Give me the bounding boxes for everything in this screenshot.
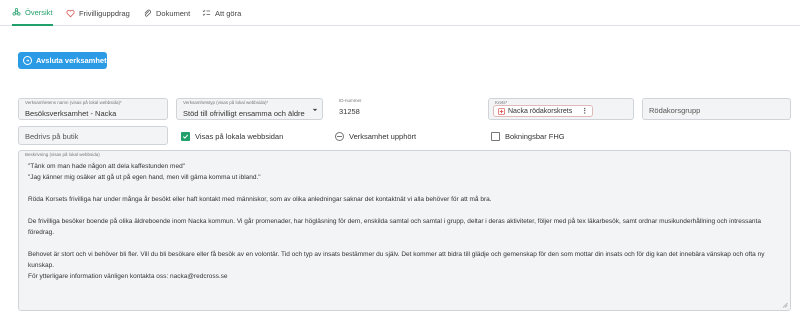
krets-chip[interactable]: Nacka rödakorskrets ⋮: [493, 105, 594, 117]
tab-bar: Översikt Frivilliguppdrag Dokument Att g…: [0, 0, 800, 26]
more-vertical-icon[interactable]: ⋮: [581, 107, 588, 115]
type-select[interactable]: Verksamhetstyp (visas på lokal webbsida)…: [176, 98, 323, 120]
checklist-icon: [202, 9, 211, 16]
show-local-checkbox[interactable]: Visas på lokala webbsidan: [181, 132, 283, 141]
redcross-icon: [498, 107, 505, 115]
name-field[interactable]: Verksamhetens namn (visas på lokal webbs…: [18, 98, 168, 120]
tab-label: Att göra: [215, 8, 242, 18]
group-field[interactable]: Rödakorsgrupp: [642, 98, 791, 120]
description-body: "Tänk om man hade någon att dela kaffest…: [28, 161, 776, 282]
flower-icon: [12, 7, 21, 15]
description-label: Beskrivning (visas på lokal webbsida): [25, 152, 100, 157]
group-placeholder: Rödakorsgrupp: [649, 106, 701, 115]
tab-frivilliguppdrag[interactable]: Frivilliguppdrag: [66, 0, 130, 26]
checkbox-checked-icon[interactable]: [181, 132, 190, 141]
krets-field[interactable]: Krets* Nacka rödakorskrets ⋮: [488, 98, 634, 120]
checkbox-empty-icon[interactable]: [491, 132, 500, 141]
arrow-circle-icon: [23, 56, 32, 65]
description-line: "Tänk om man hade någon att dela kaffest…: [28, 163, 185, 170]
krets-chip-label: Nacka rödakorskrets: [508, 107, 573, 115]
end-activity-label: Avsluta verksamhet: [36, 56, 107, 65]
show-local-label: Visas på lokala webbsidan: [195, 132, 284, 141]
description-line: Behovet är stort och vi behöver bli fler…: [28, 251, 765, 258]
business-placeholder: Bedrivs på butik: [25, 132, 79, 141]
tab-oversikt[interactable]: Översikt: [12, 0, 53, 26]
name-field-label: Verksamhetens namn (visas på lokal webbs…: [25, 100, 122, 105]
resize-handle-icon[interactable]: [782, 302, 788, 308]
description-line: föredrag.: [28, 229, 55, 236]
tab-label: Dokument: [156, 8, 191, 18]
ended-label: Verksamhet upphört: [349, 132, 417, 141]
description-line: [28, 238, 776, 249]
heart-icon: [66, 9, 75, 17]
type-select-label: Verksamhetstyp (visas på lokal webbsida)…: [183, 100, 269, 105]
tab-dokument[interactable]: Dokument: [143, 0, 190, 26]
tab-att-gora[interactable]: Att göra: [202, 0, 241, 26]
caret-down-icon: [312, 108, 318, 112]
name-field-value: Besöksverksamhet - Nacka: [25, 109, 117, 118]
description-line: [28, 183, 776, 194]
tab-label: Frivilliguppdrag: [79, 8, 130, 18]
id-number-label: ID-nummer: [339, 98, 362, 103]
business-field[interactable]: Bedrivs på butik: [18, 126, 168, 145]
description-line: Röda Korsets frivilliga har under många …: [28, 196, 492, 203]
bookable-checkbox[interactable]: Bokningsbar FHG: [491, 132, 565, 141]
description-line: De frivilliga besöker boende på olika äl…: [28, 218, 761, 225]
end-activity-button[interactable]: Avsluta verksamhet: [18, 52, 107, 69]
id-number-value: 31258: [339, 107, 360, 116]
description-line: För ytterligare information vänligen kon…: [28, 273, 228, 280]
description-line: [28, 205, 776, 216]
description-textarea[interactable]: Beskrivning (visas på lokal webbsida) "T…: [18, 150, 791, 311]
minus-circle-icon[interactable]: [335, 132, 344, 141]
description-line: "Jag känner mig osäker att gå ut på egen…: [28, 174, 261, 181]
tab-label: Översikt: [25, 7, 53, 17]
paperclip-icon: [144, 9, 151, 17]
type-select-value: Stöd till ofrivilligt ensamma och äldre: [183, 109, 305, 118]
ended-toggle[interactable]: Verksamhet upphört: [335, 132, 416, 141]
description-line: kunskap.: [28, 262, 55, 269]
id-number-field: ID-nummer 31258: [339, 98, 439, 120]
bookable-label: Bokningsbar FHG: [505, 132, 565, 141]
